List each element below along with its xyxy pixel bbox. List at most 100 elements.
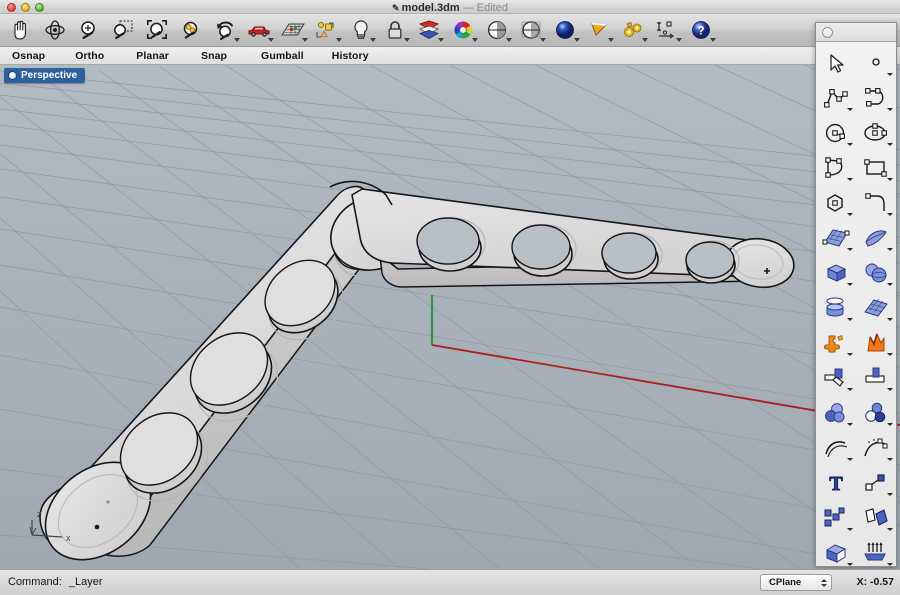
cplane-dropdown[interactable]: CPlane (760, 574, 832, 591)
ghosted-tool[interactable] (514, 15, 548, 45)
boolean-difference-tool[interactable] (856, 395, 896, 430)
zoom-extents-tool[interactable] (140, 15, 174, 45)
ellipse-tool[interactable] (856, 115, 896, 150)
option-planar[interactable]: Planar (130, 50, 175, 62)
chevron-down-icon[interactable] (438, 38, 444, 42)
zoom-window-tool[interactable] (106, 15, 140, 45)
split-tool[interactable] (856, 360, 896, 395)
option-ortho[interactable]: Ortho (69, 50, 110, 62)
chevron-down-icon[interactable] (887, 178, 893, 181)
option-snap[interactable]: Snap (195, 50, 233, 62)
box-tool[interactable] (816, 255, 856, 290)
boolean-union-tool[interactable] (816, 395, 856, 430)
chevron-down-icon[interactable] (234, 38, 240, 42)
curve-tool[interactable] (856, 80, 896, 115)
cylinder-tool[interactable] (816, 290, 856, 325)
chevron-down-icon[interactable] (887, 143, 893, 146)
spotlight-tool[interactable] (582, 15, 616, 45)
viewport-menu-icon[interactable] (8, 71, 17, 80)
chevron-down-icon[interactable] (370, 38, 376, 42)
named-view-tool[interactable] (242, 15, 276, 45)
minimize-button[interactable] (21, 3, 30, 12)
dimension-tool[interactable] (650, 15, 684, 45)
chevron-down-icon[interactable] (472, 38, 478, 42)
chevron-down-icon[interactable] (268, 38, 274, 42)
chevron-down-icon[interactable] (847, 283, 853, 286)
zoom-tool[interactable] (72, 15, 106, 45)
viewport-title[interactable]: Perspective (4, 68, 86, 83)
color-tool[interactable] (446, 15, 480, 45)
chevron-down-icon[interactable] (847, 178, 853, 181)
surface-pts-tool[interactable] (816, 220, 856, 255)
light-tool[interactable] (344, 15, 378, 45)
chevron-down-icon[interactable] (887, 353, 893, 356)
help-tool[interactable]: ? (684, 15, 718, 45)
chevron-down-icon[interactable] (887, 388, 893, 391)
circle-tool[interactable] (816, 115, 856, 150)
shade-tool[interactable] (480, 15, 514, 45)
chevron-down-icon[interactable] (887, 528, 893, 531)
rotate-view-tool[interactable] (38, 15, 72, 45)
options-tool[interactable] (616, 15, 650, 45)
chevron-down-icon[interactable] (887, 73, 893, 76)
arc-tool[interactable] (816, 150, 856, 185)
chevron-down-icon[interactable] (887, 423, 893, 426)
command-line[interactable]: Command: _Layer (8, 576, 103, 588)
chevron-down-icon[interactable] (887, 248, 893, 251)
cplane-tool[interactable] (276, 15, 310, 45)
chevron-down-icon[interactable] (887, 318, 893, 321)
chevron-down-icon[interactable] (608, 38, 614, 42)
blend-curve-tool[interactable] (856, 430, 896, 465)
chevron-down-icon[interactable] (336, 38, 342, 42)
chevron-down-icon[interactable] (847, 143, 853, 146)
zoom-selected-tool[interactable] (174, 15, 208, 45)
loft-surface-tool[interactable] (856, 220, 896, 255)
explode-tool[interactable] (856, 325, 896, 360)
undo-view-tool[interactable] (208, 15, 242, 45)
trim-tool[interactable] (816, 360, 856, 395)
chevron-down-icon[interactable] (887, 108, 893, 111)
select-arrow-tool[interactable] (816, 45, 856, 80)
select-objects-tool[interactable] (310, 15, 344, 45)
offset-curve-tool[interactable] (816, 430, 856, 465)
extrude-tool[interactable] (816, 535, 856, 570)
option-osnap[interactable]: Osnap (6, 50, 51, 62)
chevron-down-icon[interactable] (642, 38, 648, 42)
chevron-down-icon[interactable] (847, 563, 853, 566)
chevron-down-icon[interactable] (404, 38, 410, 42)
pan-tool[interactable] (4, 15, 38, 45)
perspective-viewport[interactable]: z x Perspective (0, 65, 900, 569)
main-tools-palette[interactable]: T (815, 22, 897, 595)
chevron-down-icon[interactable] (506, 38, 512, 42)
move-tool[interactable] (856, 465, 896, 500)
fin-tool[interactable] (856, 535, 896, 570)
zoom-button[interactable] (35, 3, 44, 12)
surface-edit-tool[interactable] (856, 290, 896, 325)
render-tool[interactable] (548, 15, 582, 45)
chevron-down-icon[interactable] (847, 388, 853, 391)
point-tool[interactable] (856, 45, 896, 80)
chevron-down-icon[interactable] (887, 493, 893, 496)
rectangle-tool[interactable] (856, 150, 896, 185)
chevron-down-icon[interactable] (574, 38, 580, 42)
chevron-down-icon[interactable] (887, 563, 893, 566)
chevron-down-icon[interactable] (540, 38, 546, 42)
chevron-down-icon[interactable] (847, 248, 853, 251)
option-gumball[interactable]: Gumball (255, 50, 310, 62)
chevron-down-icon[interactable] (676, 38, 682, 42)
polyline-tool[interactable] (816, 80, 856, 115)
option-history[interactable]: History (326, 50, 375, 62)
close-button[interactable] (7, 3, 16, 12)
chevron-down-icon[interactable] (887, 283, 893, 286)
layers-tool[interactable] (412, 15, 446, 45)
chevron-down-icon[interactable] (847, 353, 853, 356)
chevron-down-icon[interactable] (847, 423, 853, 426)
palette-close-button[interactable] (822, 27, 833, 38)
chevron-down-icon[interactable] (887, 458, 893, 461)
fillet-curves-tool[interactable] (856, 185, 896, 220)
chevron-down-icon[interactable] (847, 213, 853, 216)
chevron-down-icon[interactable] (847, 108, 853, 111)
chevron-down-icon[interactable] (710, 38, 716, 42)
chevron-down-icon[interactable] (887, 213, 893, 216)
polygon-tool[interactable] (816, 185, 856, 220)
